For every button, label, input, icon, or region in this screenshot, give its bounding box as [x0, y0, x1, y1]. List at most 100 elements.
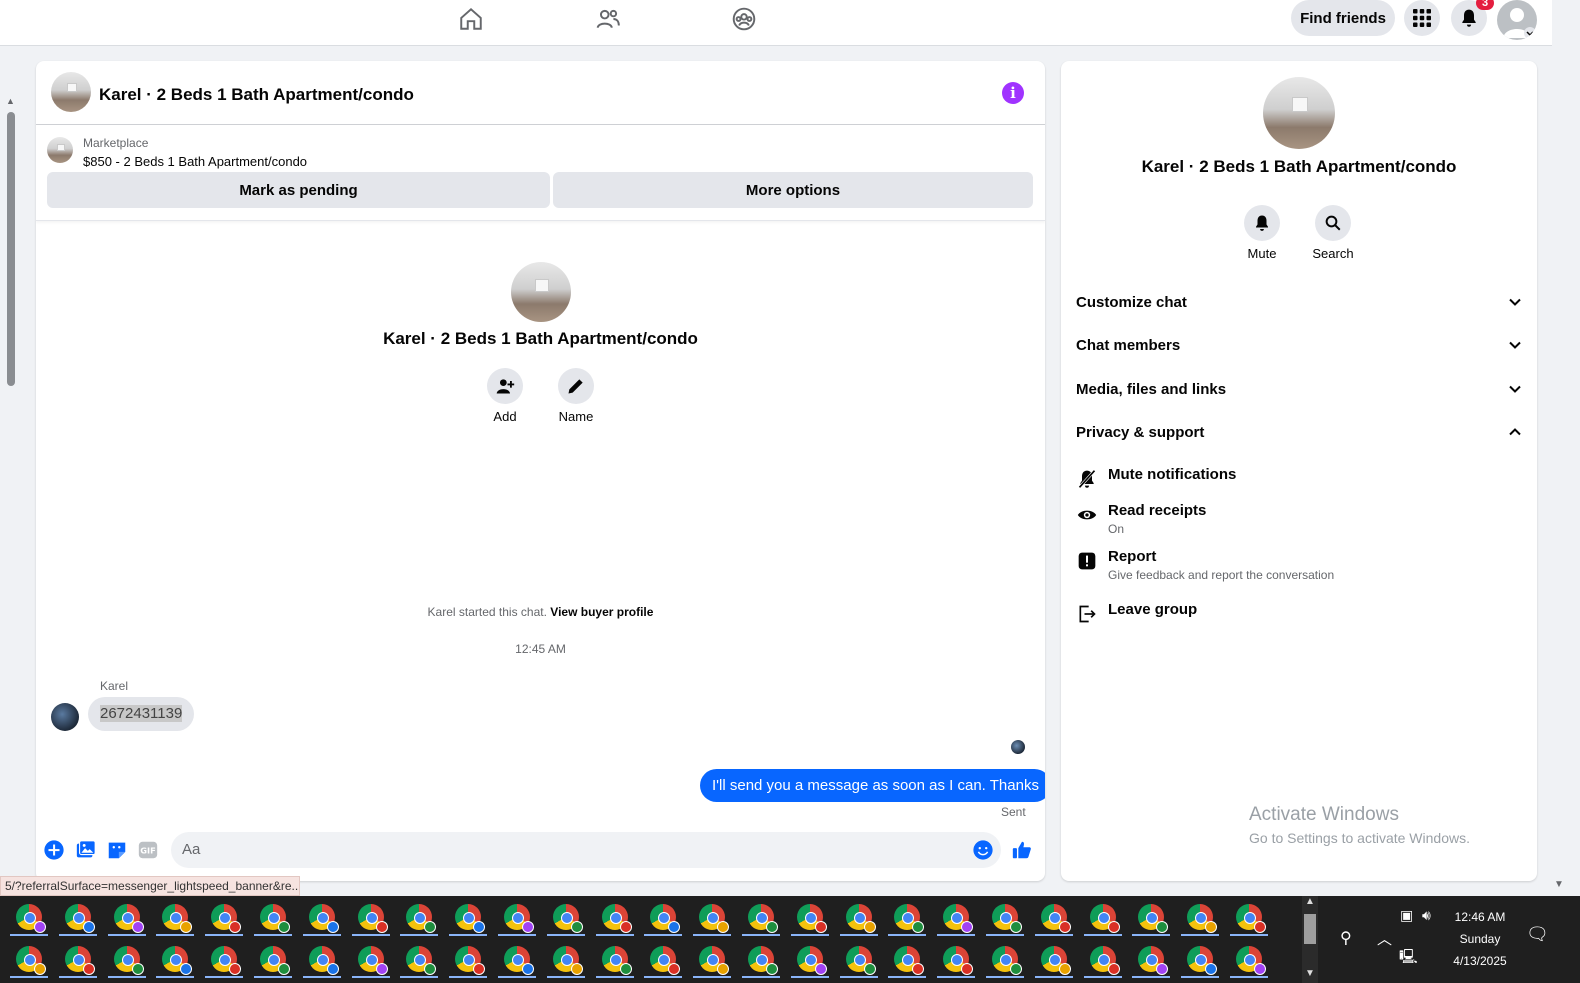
search-icon[interactable] — [1315, 205, 1351, 241]
chrome-browser-icon[interactable] — [552, 946, 583, 975]
message-input[interactable]: Aa — [171, 832, 1001, 868]
people-icon[interactable]: ⚲ — [1340, 928, 1352, 948]
chrome-browser-icon[interactable] — [894, 946, 925, 975]
network-icon[interactable]: 🖳︎ — [1399, 946, 1418, 970]
chrome-browser-icon[interactable] — [455, 946, 486, 975]
page-scrollbar[interactable]: ▼ — [1552, 0, 1580, 896]
chrome-browser-icon[interactable] — [1236, 946, 1266, 975]
add-people-icon[interactable] — [487, 368, 523, 404]
listing-thumbnail[interactable] — [47, 137, 73, 163]
chrome-browser-icon[interactable] — [943, 946, 974, 975]
chrome-browser-icon[interactable] — [64, 946, 95, 975]
scroll-down-arrow-icon[interactable]: ▼ — [1554, 879, 1564, 890]
chrome-browser-icon[interactable] — [162, 946, 193, 975]
chrome-browser-icon[interactable] — [796, 904, 827, 933]
chrome-browser-icon[interactable] — [650, 946, 681, 975]
chrome-browser-icon[interactable] — [308, 904, 339, 933]
read-receipts-option[interactable]: Read receipts On — [1076, 502, 1522, 542]
chat-members-section[interactable]: Chat members — [1076, 330, 1522, 360]
chrome-browser-icon[interactable] — [796, 946, 827, 975]
outgoing-message-bubble[interactable]: I'll send you a message as soon as I can… — [700, 769, 1045, 802]
chrome-browser-icon[interactable] — [748, 904, 778, 933]
chrome-browser-icon[interactable] — [1187, 904, 1218, 933]
emoji-icon[interactable] — [972, 839, 994, 861]
chrome-browser-icon[interactable] — [260, 904, 290, 933]
taskbar-scroll-thumb[interactable] — [1304, 914, 1316, 944]
find-friends-button[interactable]: Find friends — [1291, 0, 1395, 36]
chrome-browser-icon[interactable] — [64, 904, 95, 933]
chrome-browser-icon[interactable] — [357, 904, 388, 933]
chrome-browser-icon[interactable] — [455, 904, 486, 933]
chrome-browser-icon[interactable] — [552, 904, 583, 933]
chrome-browser-icon[interactable] — [1040, 946, 1071, 975]
mark-as-pending-button[interactable]: Mark as pending — [47, 172, 550, 208]
chrome-browser-icon[interactable] — [601, 946, 632, 975]
chrome-browser-icon[interactable] — [650, 904, 681, 933]
menu-grid-icon[interactable] — [1404, 0, 1440, 36]
volume-icon[interactable]: 🔊︎ — [1422, 907, 1431, 924]
incoming-message-text[interactable]: 2672431139 — [100, 705, 183, 722]
home-icon[interactable] — [456, 4, 486, 34]
groups-icon[interactable] — [729, 4, 759, 34]
account-avatar[interactable] — [1497, 0, 1537, 40]
chrome-browser-icon[interactable] — [357, 946, 388, 975]
chrome-browser-icon[interactable] — [162, 904, 193, 933]
media-files-links-section[interactable]: Media, files and links — [1076, 374, 1522, 404]
chrome-browser-icon[interactable] — [992, 904, 1022, 933]
sticker-icon[interactable] — [106, 839, 128, 861]
chrome-browser-icon[interactable] — [1089, 904, 1120, 933]
chat-avatar[interactable] — [51, 72, 91, 112]
taskbar-scroll-down-icon[interactable]: ▼ — [1305, 968, 1315, 979]
taskbar-scroll-up-icon[interactable]: ▲ — [1305, 896, 1315, 907]
meet-now-icon[interactable]: ▣ — [1400, 907, 1413, 924]
chrome-browser-icon[interactable] — [406, 904, 437, 933]
notification-center-icon[interactable]: 🗨︎ — [1526, 924, 1549, 945]
show-hidden-icons-chevron-icon[interactable]: ︿ — [1377, 928, 1392, 949]
listing-title[interactable]: $850 - 2 Beds 1 Bath Apartment/condo — [83, 154, 307, 169]
chrome-browser-icon[interactable] — [845, 946, 876, 975]
mute-bell-icon[interactable] — [1244, 205, 1280, 241]
chrome-browser-icon[interactable] — [16, 946, 46, 975]
taskbar-clock[interactable]: 12:46 AM Sunday 4/13/2025 — [1435, 906, 1525, 972]
chrome-browser-icon[interactable] — [1236, 904, 1266, 933]
chrome-browser-icon[interactable] — [113, 946, 144, 975]
chrome-browser-icon[interactable] — [260, 946, 290, 975]
chrome-browser-icon[interactable] — [211, 904, 242, 933]
plus-circle-icon[interactable] — [43, 839, 65, 861]
panel-avatar[interactable] — [1263, 77, 1335, 149]
sender-avatar[interactable] — [51, 703, 79, 731]
incoming-message-bubble[interactable]: 2672431139 — [88, 697, 195, 731]
info-icon[interactable]: i — [1002, 82, 1024, 104]
chrome-browser-icon[interactable] — [1089, 946, 1120, 975]
report-option[interactable]: Report Give feedback and report the conv… — [1076, 548, 1522, 588]
chrome-browser-icon[interactable] — [406, 946, 437, 975]
taskbar-scrollbar[interactable]: ▲ ▼ — [1302, 896, 1318, 983]
chrome-browser-icon[interactable] — [504, 904, 534, 933]
leave-group-option[interactable]: Leave group — [1076, 601, 1522, 627]
scroll-thumb[interactable] — [7, 112, 15, 386]
thumbs-up-icon[interactable] — [1011, 839, 1033, 861]
chrome-browser-icon[interactable] — [1187, 946, 1218, 975]
view-buyer-profile-link[interactable]: View buyer profile — [550, 605, 653, 619]
chrome-browser-icon[interactable] — [894, 904, 925, 933]
chrome-browser-icon[interactable] — [308, 946, 339, 975]
photo-icon[interactable] — [75, 839, 97, 861]
chrome-browser-icon[interactable] — [699, 946, 730, 975]
friends-icon[interactable] — [593, 4, 623, 34]
edit-name-pencil-icon[interactable] — [558, 368, 594, 404]
gif-icon[interactable]: GIF — [137, 839, 159, 861]
chrome-browser-icon[interactable] — [113, 904, 144, 933]
scroll-up-arrow-icon[interactable]: ▲ — [6, 96, 15, 106]
privacy-support-section[interactable]: Privacy & support — [1076, 417, 1522, 447]
more-options-button[interactable]: More options — [553, 172, 1033, 208]
chrome-browser-icon[interactable] — [845, 904, 876, 933]
chrome-browser-icon[interactable] — [601, 904, 632, 933]
chrome-browser-icon[interactable] — [211, 946, 242, 975]
chrome-browser-icon[interactable] — [16, 904, 46, 933]
chrome-browser-icon[interactable] — [1138, 904, 1169, 933]
chrome-browser-icon[interactable] — [992, 946, 1022, 975]
left-scrollbar[interactable]: ▲ — [0, 46, 21, 896]
chrome-browser-icon[interactable] — [1040, 904, 1071, 933]
customize-chat-section[interactable]: Customize chat — [1076, 287, 1522, 317]
chrome-browser-icon[interactable] — [943, 904, 974, 933]
